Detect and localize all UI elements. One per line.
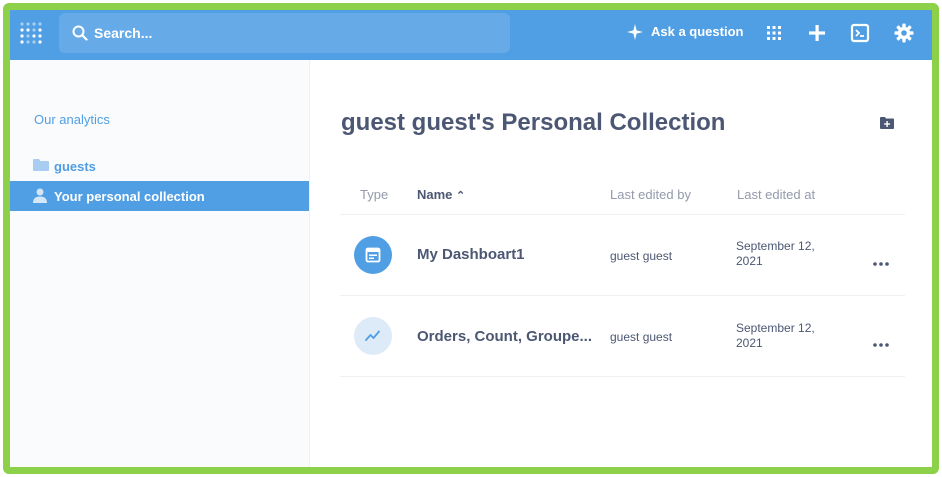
- app-window: Search... Ask a question Our analytics g…: [10, 10, 932, 467]
- item-last-edited-by: guest guest: [610, 330, 673, 344]
- new-collection-icon[interactable]: [880, 116, 894, 130]
- ask-question-label: Ask a question: [651, 24, 744, 39]
- search-bar[interactable]: Search...: [59, 13, 510, 53]
- column-header-last-edited-by[interactable]: Last edited by: [610, 187, 691, 202]
- collections-sidebar: Our analytics guests Your personal colle…: [10, 60, 310, 467]
- folder-icon: [33, 159, 49, 171]
- item-name-link[interactable]: Orders, Count, Groupe...: [417, 328, 592, 345]
- item-type-badge: [354, 236, 392, 274]
- column-header-type[interactable]: Type: [360, 187, 388, 202]
- search-input[interactable]: Search...: [94, 25, 152, 41]
- page-title: guest guest's Personal Collection: [341, 109, 726, 136]
- sidebar-item-our-analytics[interactable]: Our analytics: [34, 112, 110, 127]
- console-icon[interactable]: [850, 23, 870, 43]
- sparkle-icon: [627, 24, 643, 40]
- item-last-edited-at: September 12, 2021: [736, 239, 815, 268]
- line-chart-icon: [365, 330, 380, 341]
- person-icon: [33, 188, 47, 203]
- top-navbar: Search... Ask a question: [10, 10, 932, 60]
- divider: [340, 214, 905, 215]
- divider: [340, 376, 905, 377]
- sidebar-item-label: guests: [54, 159, 96, 174]
- item-last-edited-at: September 12, 2021: [736, 321, 815, 350]
- dashboard-icon: [365, 247, 381, 263]
- column-header-name-label: Name: [417, 187, 453, 202]
- sort-ascending-icon: ⌃: [456, 190, 466, 202]
- metabase-logo-icon[interactable]: [19, 21, 43, 47]
- gear-icon[interactable]: [894, 23, 914, 43]
- collection-main: guest guest's Personal Collection Type N…: [310, 60, 932, 467]
- sidebar-item-label: Your personal collection: [54, 189, 205, 204]
- column-header-last-edited-at[interactable]: Last edited at: [737, 187, 815, 202]
- sidebar-item-guests[interactable]: guests: [10, 151, 309, 181]
- search-icon: [72, 25, 88, 41]
- divider: [340, 295, 905, 296]
- item-type-badge: [354, 317, 392, 355]
- column-header-name[interactable]: Name ⌃: [417, 187, 465, 202]
- item-name-link[interactable]: My Dashboart1: [417, 246, 525, 263]
- plus-icon[interactable]: [807, 23, 827, 43]
- item-last-edited-by: guest guest: [610, 249, 673, 263]
- sidebar-item-personal-collection[interactable]: Your personal collection: [10, 181, 309, 211]
- grid-icon[interactable]: [764, 23, 784, 43]
- more-options-icon[interactable]: [872, 259, 890, 269]
- more-options-icon[interactable]: [872, 340, 890, 350]
